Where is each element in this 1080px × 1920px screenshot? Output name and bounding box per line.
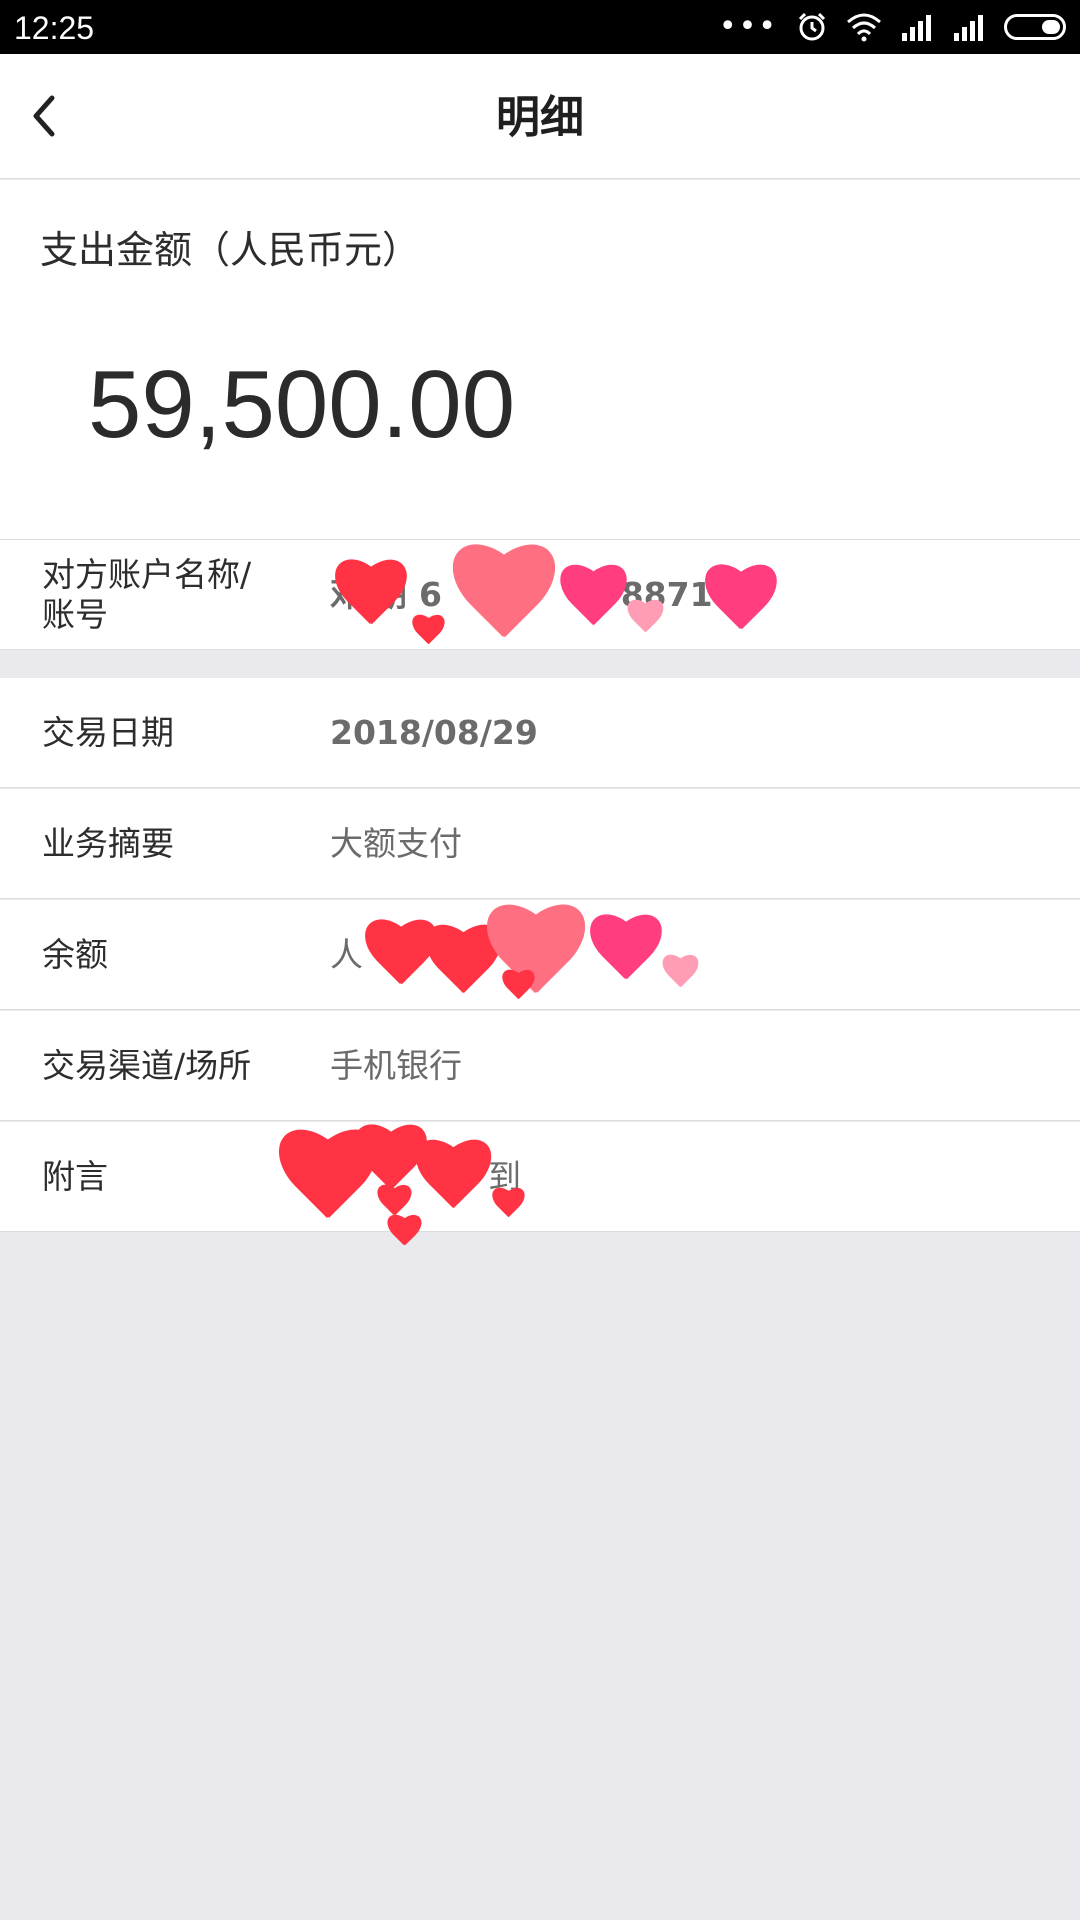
channel-label: 交易渠道/场所 — [42, 1045, 252, 1085]
battery-icon — [1004, 14, 1066, 40]
heart-sticker-icon — [490, 1188, 526, 1224]
date-value: 2018/08/29 — [330, 712, 538, 752]
heart-sticker-icon — [625, 600, 665, 640]
signal-icon — [902, 15, 931, 41]
heart-sticker-icon — [410, 615, 446, 651]
page-title: 明细 — [496, 92, 584, 143]
heart-sticker-icon — [585, 915, 665, 995]
date-label: 交易日期 — [42, 712, 174, 752]
note-label: 附言 — [42, 1156, 108, 1196]
alarm-icon — [798, 12, 826, 41]
heart-sticker-icon — [410, 1140, 495, 1225]
heart-sticker-icon — [700, 565, 780, 645]
balance-value: 人 — [330, 934, 363, 974]
status-time: 12:25 — [14, 10, 95, 46]
wifi-icon — [847, 13, 881, 42]
detail-row-summary: 业务摘要 大额支付 — [0, 789, 1080, 899]
heart-sticker-icon — [330, 560, 410, 640]
summary-label: 业务摘要 — [42, 823, 174, 863]
amount-section: 支出金额（人民币元） 59,500.00 — [0, 180, 1080, 540]
signal-icon-2 — [954, 15, 983, 41]
status-bar: 12:25 ••• — [0, 0, 1080, 54]
summary-value: 大额支付 — [330, 823, 462, 863]
detail-row-channel: 交易渠道/场所 手机银行 — [0, 1011, 1080, 1121]
balance-label: 余额 — [42, 934, 108, 974]
more-dots-icon: ••• — [718, 9, 778, 44]
counterparty-label: 对方账户名称/账号 — [42, 554, 252, 634]
detail-row-date: 交易日期 2018/08/29 — [0, 678, 1080, 788]
channel-value: 手机银行 — [330, 1045, 462, 1085]
heart-sticker-icon — [660, 955, 700, 995]
heart-sticker-icon — [385, 1215, 423, 1253]
top-nav-bar: 明细 — [0, 54, 1080, 179]
amount-label: 支出金额（人民币元） — [40, 228, 421, 272]
heart-sticker-icon — [500, 970, 536, 1006]
heart-sticker-icon — [555, 565, 630, 640]
amount-value: 59,500.00 — [88, 351, 516, 458]
detail-row-note: 附言 到 — [0, 1122, 1080, 1232]
status-icons: ••• — [719, 12, 1066, 42]
heart-sticker-icon — [445, 545, 560, 660]
